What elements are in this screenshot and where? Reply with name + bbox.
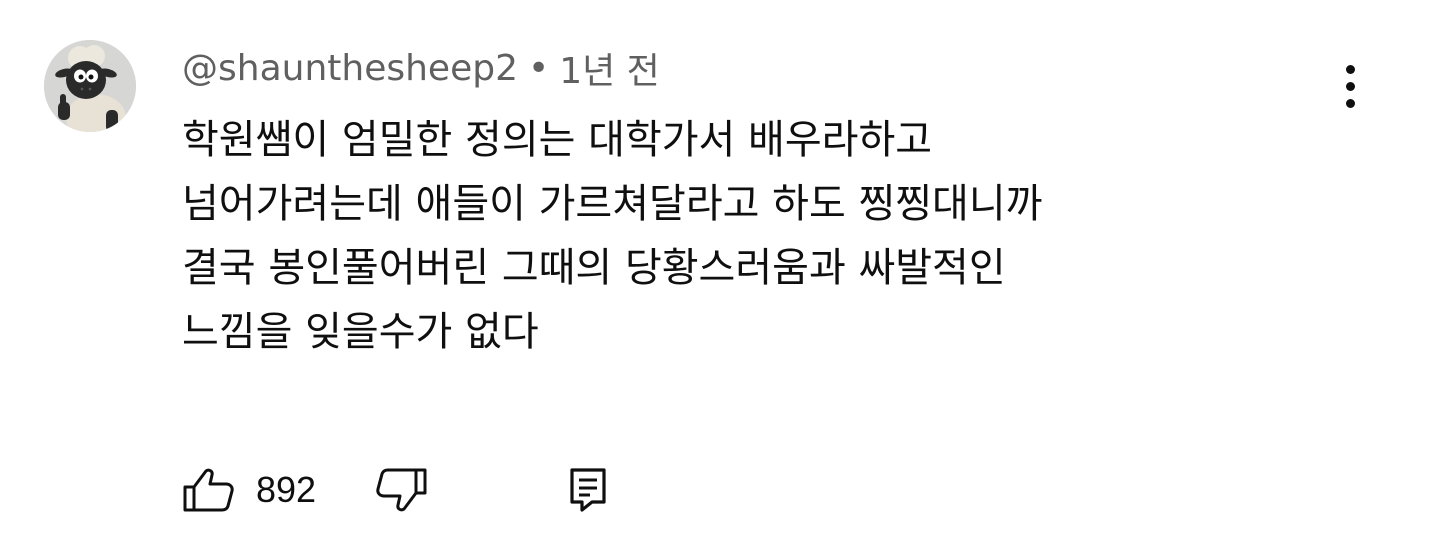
comment-timestamp[interactable]: 1년 전 — [559, 42, 660, 94]
thumbs-down-icon — [376, 468, 427, 512]
more-options-button[interactable] — [1326, 58, 1374, 114]
like-count: 892 — [256, 469, 317, 510]
comment-text-line: 느낌을 잊을수가 없다 — [182, 309, 539, 355]
comment-text-line: 넘어가려는데 애들이 가르쳐달라고 하도 찡찡대니까 — [182, 181, 1043, 227]
comment-header: @shauntheshee­p2 • 1년 전 — [182, 40, 660, 96]
thumbs-up-icon — [183, 468, 234, 512]
more-vert-dot — [1345, 81, 1355, 91]
more-vert-dot — [1345, 98, 1355, 108]
author-handle[interactable]: @shauntheshee­p2 — [182, 48, 518, 89]
more-vert-icon — [1345, 64, 1355, 74]
dislike-button[interactable] — [374, 467, 428, 513]
header-separator: • — [527, 47, 550, 89]
like-button[interactable] — [182, 467, 236, 513]
comment-action-bar: 892 — [182, 462, 608, 518]
comment-text-line: 결국 봉인풀어버린 그때의 당황스러움과 싸발적인 — [182, 245, 1006, 291]
reply-button[interactable] — [568, 466, 608, 514]
comment-thread: @shauntheshee­p2 • 1년 전 학원쌤이 엄밀한 정의는 대학가… — [0, 0, 1440, 545]
sheep-avatar-icon — [44, 40, 136, 132]
author-avatar[interactable] — [44, 40, 136, 132]
comment-text: 학원쌤이 엄밀한 정의는 대학가서 배우라하고 넘어가려는데 애들이 가르쳐달라… — [182, 108, 1302, 364]
reply-comment-icon — [570, 468, 606, 512]
comment-text-line: 학원쌤이 엄밀한 정의는 대학가서 배우라하고 — [182, 117, 933, 163]
